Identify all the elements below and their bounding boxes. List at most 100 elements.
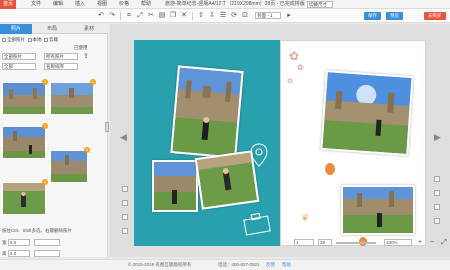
menu-price[interactable]: 价格 [116, 1, 132, 8]
lock-icon[interactable]: ⊡ [241, 12, 249, 20]
menu-home[interactable]: 首页 [0, 0, 17, 9]
next-page-arrow[interactable]: ▶ [434, 132, 441, 143]
suitcase-icon [243, 212, 271, 236]
help-link[interactable]: 帮助 [282, 260, 291, 270]
undo-icon[interactable]: ↶ [97, 12, 105, 20]
width-field[interactable]: 8.0 [8, 239, 30, 246]
rotate-icon[interactable]: ⟳ [230, 12, 238, 20]
cut-icon[interactable]: ✂ [147, 12, 155, 20]
photo-image [322, 72, 412, 154]
photo-thumbnail[interactable] [50, 82, 94, 115]
sort-select[interactable]: 名称排序 [44, 63, 78, 70]
photo-image [51, 83, 93, 114]
height-field[interactable]: 6.0 [8, 250, 30, 257]
photo-panel: 照片 布局 素材 全部照片 本地 云端 已使用 全部照片 所有照片 ⇪ 全部 名… [0, 24, 108, 257]
used-option: 已使用 [74, 45, 88, 51]
menu-bar: 首页 文件 编辑 插入 视图 价格 帮助 旅游-简单纪念-竖版A4/12寸（21… [0, 0, 450, 9]
menu-file[interactable]: 文件 [28, 1, 44, 8]
option-all-photos[interactable]: 全部照片 [7, 37, 25, 42]
page-next-icon[interactable]: ▸ [285, 12, 293, 20]
photo-frame-large[interactable] [320, 70, 414, 156]
maple-leaf-icon: ✿ [289, 49, 300, 63]
copy-page-icon[interactable] [434, 190, 440, 196]
left-page[interactable] [134, 40, 280, 246]
layer-down-icon[interactable]: ⇩ [208, 12, 216, 20]
menu-edit[interactable]: 编辑 [50, 1, 66, 8]
photo-thumbnail[interactable] [2, 182, 46, 215]
move-page-icon[interactable] [122, 214, 128, 220]
move-page-icon[interactable] [434, 204, 440, 210]
crop-icon[interactable]: ⌗ [125, 12, 133, 20]
option-cloud[interactable]: 云端 [49, 37, 58, 42]
layer-up-icon[interactable]: ⇧ [197, 12, 205, 20]
photo-thumbnail[interactable] [2, 126, 46, 159]
copy-icon[interactable]: ❐ [169, 12, 177, 20]
photo-frame-small[interactable] [194, 150, 260, 210]
used-count-badge: 1 [84, 147, 90, 153]
zoom-out-icon[interactable]: − [428, 239, 436, 247]
zoom-select[interactable]: 100% [384, 239, 412, 246]
size-mode-select[interactable]: 切换尺寸 [307, 1, 333, 8]
used-count-badge: 1 [42, 123, 48, 129]
align-icon[interactable]: ☰ [219, 12, 227, 20]
photo-image [196, 152, 258, 208]
photo-image [3, 83, 45, 114]
checkbox[interactable] [2, 37, 6, 42]
tab-materials[interactable]: 素材 [72, 24, 106, 34]
menu-help[interactable]: 帮助 [138, 1, 154, 8]
fullscreen-icon[interactable]: ⤢ [440, 239, 448, 247]
right-page[interactable]: ✿ ✿ ✿ ❦ [280, 40, 426, 246]
album-select[interactable]: 全部照片 [2, 53, 36, 60]
upload-icon[interactable]: ⇪ [82, 53, 90, 61]
page-total-field: 28 [318, 239, 332, 246]
preview-button[interactable]: 预览 [386, 12, 403, 20]
width-label: 宽 [2, 240, 7, 245]
photo-frame-small[interactable] [152, 160, 198, 212]
menu-insert[interactable]: 插入 [72, 1, 88, 8]
date-select[interactable]: 所有照片 [44, 53, 78, 60]
copy-page-icon[interactable] [122, 200, 128, 206]
save-button[interactable]: 保存 [364, 12, 381, 20]
checkbox[interactable] [27, 37, 32, 42]
page-select[interactable]: 封面 - 1 [255, 12, 281, 19]
add-page-icon[interactable] [122, 186, 128, 192]
tab-layout[interactable]: 布局 [36, 24, 68, 34]
photo-thumbnail[interactable] [2, 82, 46, 115]
leaf-icon: ❦ [301, 213, 310, 224]
photo-image [51, 151, 87, 182]
tab-photos[interactable]: 照片 [0, 24, 32, 34]
footer: © 2015-2018 有图互联版权所有 电话：400-827-0521 反馈 … [0, 259, 450, 270]
photo-frame-small[interactable] [341, 185, 415, 235]
unit-field[interactable] [34, 239, 60, 246]
redo-icon[interactable]: ↷ [108, 12, 116, 20]
menu-view[interactable]: 视图 [94, 1, 110, 8]
source-options: 全部照片 本地 云端 [2, 37, 58, 43]
filter-select[interactable]: 全部 [2, 63, 36, 70]
order-button[interactable]: 去购买 [424, 12, 446, 20]
copyright-text: © 2015-2018 有图互联版权所有 [128, 262, 192, 267]
delete-icon[interactable]: ✕ [180, 12, 188, 20]
delete-page-icon[interactable] [122, 228, 128, 234]
maple-leaf-icon: ✿ [297, 63, 304, 72]
add-page-icon[interactable] [434, 176, 440, 182]
photo-thumbnail[interactable] [50, 150, 88, 183]
photo-image [3, 183, 45, 214]
document-title: 旅游-简单纪念-竖版A4/12寸（219X298mm）28页 - 已完成排版 [165, 1, 305, 7]
photo-frame-large[interactable] [170, 65, 244, 159]
zoom-in-icon[interactable]: + [416, 239, 424, 247]
used-count-badge: 1 [42, 79, 48, 85]
page-number-input[interactable]: 1 [294, 239, 314, 246]
option-used[interactable]: 已使用 [74, 45, 88, 50]
delete-page-icon[interactable] [434, 218, 440, 224]
unit-field[interactable] [34, 250, 60, 257]
prev-page-arrow[interactable]: ◀ [120, 132, 127, 143]
transform-icon[interactable]: ⤢ [136, 12, 144, 20]
zoom-slider[interactable] [336, 242, 376, 244]
photo-image [343, 187, 413, 233]
panel-collapse-handle[interactable] [105, 122, 109, 132]
multi-select-hint: 按住Ctrl、Shift多选，右键删除照片 [2, 228, 73, 233]
checkbox[interactable] [44, 37, 49, 42]
option-local[interactable]: 本地 [33, 37, 42, 42]
paste-icon[interactable]: ▤ [158, 12, 166, 20]
feedback-link[interactable]: 反馈 [266, 260, 275, 270]
